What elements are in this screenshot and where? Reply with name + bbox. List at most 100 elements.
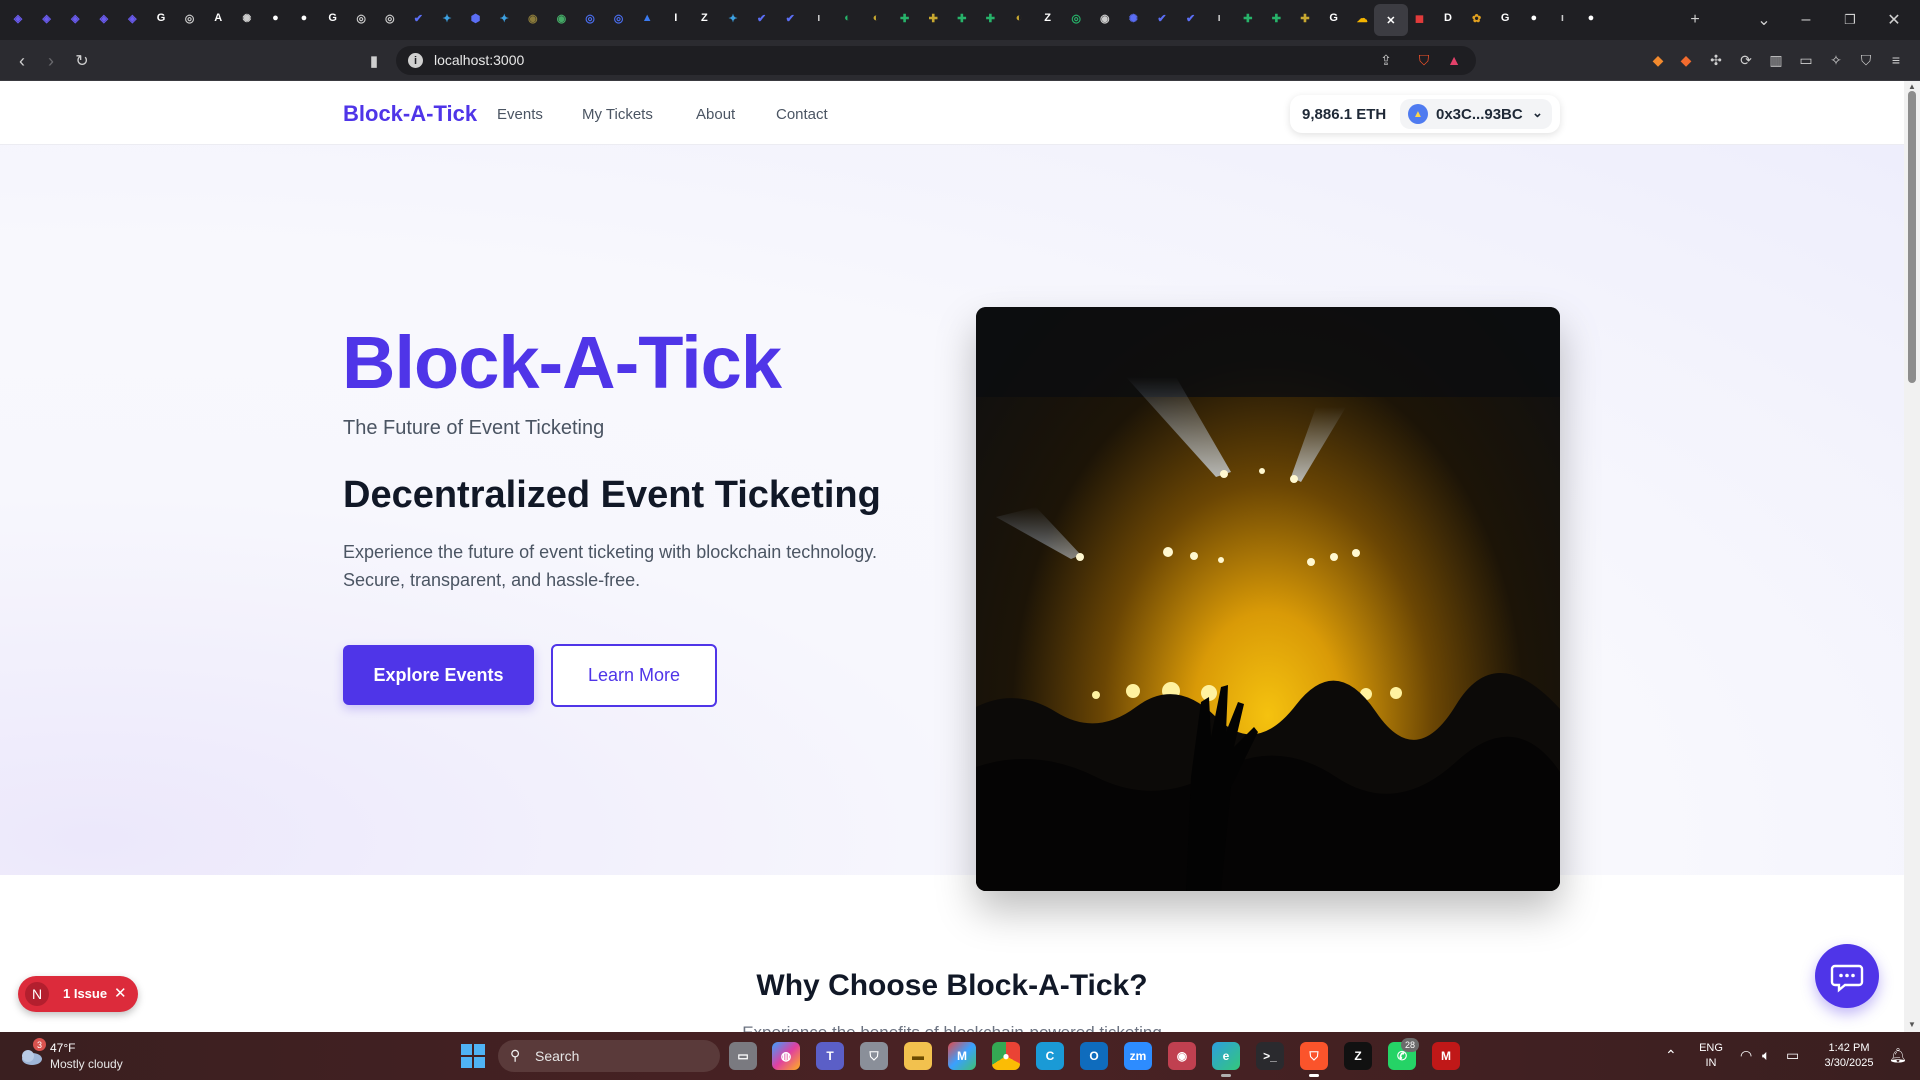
circle-icon[interactable]: ◎: [609, 8, 629, 28]
leaf-icon[interactable]: ✚: [1295, 8, 1315, 28]
extension-fox-icon[interactable]: ◆: [1676, 50, 1696, 70]
app-dark-icon[interactable]: Z: [1344, 1042, 1372, 1070]
file-explorer-icon[interactable]: ▬: [904, 1042, 932, 1070]
nav-events[interactable]: Events: [497, 106, 543, 123]
google-icon[interactable]: G: [1324, 8, 1344, 28]
leaf-icon[interactable]: ✚: [895, 8, 915, 28]
edge-icon[interactable]: e: [1212, 1042, 1240, 1077]
minimize-button[interactable]: –: [1794, 8, 1818, 32]
chrome-icon[interactable]: ●: [992, 1042, 1020, 1070]
bird-icon[interactable]: ✔: [1181, 8, 1201, 28]
scrollbar-thumb[interactable]: [1908, 91, 1916, 383]
leaf-icon[interactable]: ✚: [1266, 8, 1286, 28]
brave-shield-icon[interactable]: ⛉: [1414, 50, 1434, 70]
weather-temperature[interactable]: 47°F: [50, 1041, 75, 1055]
google-icon[interactable]: G: [1495, 8, 1515, 28]
weather-description[interactable]: Mostly cloudy: [50, 1057, 123, 1071]
bird-icon[interactable]: ✔: [780, 8, 800, 28]
wifi-icon[interactable]: ◠: [1740, 1047, 1752, 1064]
dev-issues-badge[interactable]: N 1 Issue ✕: [18, 976, 138, 1012]
bird-icon[interactable]: ✔: [1152, 8, 1172, 28]
settings-icon[interactable]: ◎: [180, 8, 200, 28]
terminal-icon[interactable]: >_: [1256, 1042, 1284, 1070]
settings-icon[interactable]: ◎: [380, 8, 400, 28]
taskbar-search-box[interactable]: ⚲ Search: [498, 1040, 720, 1072]
bird-icon[interactable]: ✔: [408, 8, 428, 28]
notifications-bell-icon[interactable]: 🔔︎: [1889, 1047, 1907, 1064]
leaf-icon[interactable]: ✚: [952, 8, 972, 28]
issue-count-label[interactable]: 1 Issue: [63, 986, 107, 1001]
menu-icon[interactable]: ≡: [1886, 50, 1906, 70]
site-info-icon[interactable]: i: [408, 53, 423, 68]
openai-icon[interactable]: ✺: [237, 8, 257, 28]
microsoft-365-icon[interactable]: M: [948, 1042, 976, 1070]
security-icon[interactable]: ⛉: [860, 1042, 888, 1070]
circle-icon[interactable]: ◎: [580, 8, 600, 28]
restore-button[interactable]: ❐: [1838, 8, 1862, 32]
red-icon[interactable]: ◼: [1409, 8, 1429, 28]
github-icon[interactable]: ●: [1524, 8, 1544, 28]
site-brand[interactable]: Block-A-Tick: [343, 101, 477, 127]
triangle-icon[interactable]: ▲: [637, 8, 657, 28]
language-indicator[interactable]: ENG: [1696, 1042, 1726, 1054]
colorful-icon[interactable]: ✿: [1467, 8, 1487, 28]
globe-icon[interactable]: ✦: [437, 8, 457, 28]
leo-ai-icon[interactable]: ✧: [1826, 50, 1846, 70]
brand-icon[interactable]: ◈: [37, 8, 57, 28]
language-region[interactable]: IN: [1696, 1057, 1726, 1069]
extensions-puzzle-icon[interactable]: ✣: [1706, 50, 1726, 70]
screen-recorder-icon[interactable]: ◉: [1168, 1042, 1196, 1070]
address-url[interactable]: localhost:3000: [434, 52, 524, 68]
nav-about[interactable]: About: [696, 106, 735, 123]
leaf-icon[interactable]: ✚: [980, 8, 1000, 28]
shield-icon[interactable]: ⬢: [466, 8, 486, 28]
clock-time[interactable]: 1:42 PM: [1818, 1042, 1880, 1054]
cloud-icon[interactable]: ☁: [1352, 8, 1372, 28]
dark-icon[interactable]: Z: [694, 8, 714, 28]
bird-icon[interactable]: ✔: [752, 8, 772, 28]
nav-contact[interactable]: Contact: [776, 106, 828, 123]
dark-icon[interactable]: I: [666, 8, 686, 28]
circle-icon[interactable]: ◎: [1066, 8, 1086, 28]
close-icon[interactable]: ✕: [114, 984, 127, 1002]
google-icon[interactable]: G: [151, 8, 171, 28]
n-icon[interactable]: ı: [1209, 8, 1229, 28]
c-app-icon[interactable]: C: [1036, 1042, 1064, 1070]
forward-button[interactable]: ›: [39, 49, 63, 73]
page-scrollbar[interactable]: ▲ ▼: [1904, 81, 1920, 1032]
sync-icon[interactable]: ⟳: [1736, 50, 1756, 70]
close-icon[interactable]: ✕: [1373, 4, 1408, 36]
github-icon[interactable]: ●: [294, 8, 314, 28]
globe-icon[interactable]: ✦: [494, 8, 514, 28]
new-tab-button[interactable]: +: [1683, 8, 1707, 32]
d-icon[interactable]: D: [1438, 8, 1458, 28]
vpn-shield-icon[interactable]: ⛉: [1856, 50, 1876, 70]
circle-icon[interactable]: ◉: [551, 8, 571, 28]
brand-icon[interactable]: ◈: [94, 8, 114, 28]
brave-rewards-icon[interactable]: ▲: [1444, 50, 1464, 70]
brand-icon[interactable]: ◈: [65, 8, 85, 28]
circle-icon[interactable]: ◉: [1095, 8, 1115, 28]
volume-icon[interactable]: 🔈︎: [1762, 1047, 1770, 1064]
leaf-icon[interactable]: ✚: [1238, 8, 1258, 28]
globe-icon[interactable]: ✦: [723, 8, 743, 28]
dark-icon[interactable]: Z: [1038, 8, 1058, 28]
mcafee-icon[interactable]: M: [1432, 1042, 1460, 1070]
n-icon[interactable]: ı: [1552, 8, 1572, 28]
github-icon[interactable]: ●: [265, 8, 285, 28]
coin-icon[interactable]: ◉: [523, 8, 543, 28]
n-icon[interactable]: ı: [809, 8, 829, 28]
close-window-button[interactable]: ✕: [1882, 8, 1906, 32]
nav-my-tickets[interactable]: My Tickets: [582, 106, 653, 123]
brand-icon[interactable]: ◈: [8, 8, 28, 28]
scroll-down-arrow-icon[interactable]: ▼: [1907, 1020, 1917, 1029]
reload-button[interactable]: ↻: [70, 49, 94, 73]
show-hidden-icons-chevron-icon[interactable]: ⌃: [1665, 1047, 1677, 1064]
teams-icon[interactable]: T: [816, 1042, 844, 1070]
leaf-icon[interactable]: ◐: [837, 8, 857, 28]
a-logo-icon[interactable]: A: [208, 8, 228, 28]
brave-icon[interactable]: ⛉: [1300, 1042, 1328, 1077]
circle-icon[interactable]: ✺: [1123, 8, 1143, 28]
sidebar-icon[interactable]: ▥: [1766, 50, 1786, 70]
scroll-up-arrow-icon[interactable]: ▲: [1907, 82, 1917, 91]
